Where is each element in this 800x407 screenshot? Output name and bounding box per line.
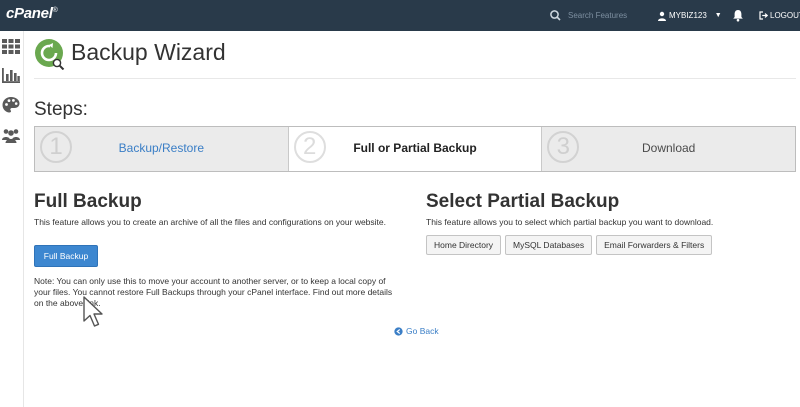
backup-wizard-icon — [35, 39, 65, 70]
step-label: Download — [641, 141, 696, 155]
email-forwarders-filters-button[interactable]: Email Forwarders & Filters — [596, 235, 713, 255]
user-menu[interactable]: MYBIZ123 ▼ — [657, 0, 722, 31]
mysql-databases-button[interactable]: MySQL Databases — [505, 235, 593, 255]
full-backup-description: This feature allows you to create an arc… — [34, 217, 386, 227]
stats-icon[interactable] — [1, 65, 21, 85]
username: MYBIZ123 — [669, 11, 707, 20]
palette-icon[interactable] — [1, 95, 21, 115]
grid-icon[interactable] — [1, 36, 21, 56]
wizard-steps: 1 Backup/Restore 2 Full or Partial Backu… — [34, 126, 796, 172]
bell-icon[interactable] — [732, 9, 744, 22]
steps-label: Steps: — [34, 99, 88, 120]
main-content: Backup Wizard Steps: 1 Backup/Restore 2 … — [24, 31, 800, 407]
page-title: Backup Wizard — [71, 39, 226, 65]
partial-backup-buttons: Home Directory MySQL Databases Email For… — [426, 235, 713, 255]
full-backup-title: Full Backup — [34, 191, 142, 212]
search-features — [548, 0, 648, 31]
sidebar — [0, 31, 24, 407]
full-backup-note: Note: You can only use this to move your… — [34, 276, 393, 308]
home-directory-button[interactable]: Home Directory — [426, 235, 502, 255]
logout-icon — [759, 11, 768, 20]
search-input[interactable] — [568, 6, 648, 25]
logo-mark: ® — [52, 7, 58, 14]
step-label: Full or Partial Backup — [353, 141, 477, 155]
top-navbar: cPanel® MYBIZ123 ▼ LOGOUT — [0, 0, 800, 31]
header-divider — [34, 78, 796, 79]
go-back-link[interactable]: Go Back — [394, 326, 439, 336]
logout-link[interactable]: LOGOUT — [759, 0, 800, 31]
step-full-or-partial-backup: 2 Full or Partial Backup — [287, 127, 542, 171]
search-icon[interactable] — [548, 8, 564, 24]
step-label[interactable]: Backup/Restore — [35, 141, 288, 155]
partial-backup-description: This feature allows you to select which … — [426, 217, 714, 227]
arrow-left-circle-icon — [394, 326, 403, 336]
users-icon[interactable] — [1, 125, 21, 145]
full-backup-button[interactable]: Full Backup — [34, 245, 98, 267]
step-download: 3 Download — [541, 127, 795, 171]
partial-backup-title: Select Partial Backup — [426, 191, 620, 212]
cpanel-logo[interactable]: cPanel® — [6, 5, 58, 22]
step-backup-restore[interactable]: 1 Backup/Restore — [35, 127, 288, 171]
logout-label: LOGOUT — [770, 11, 800, 20]
user-icon — [658, 11, 666, 21]
logo-text: cPanel — [6, 5, 53, 22]
chevron-down-icon: ▼ — [714, 12, 722, 19]
go-back-label: Go Back — [406, 326, 439, 336]
